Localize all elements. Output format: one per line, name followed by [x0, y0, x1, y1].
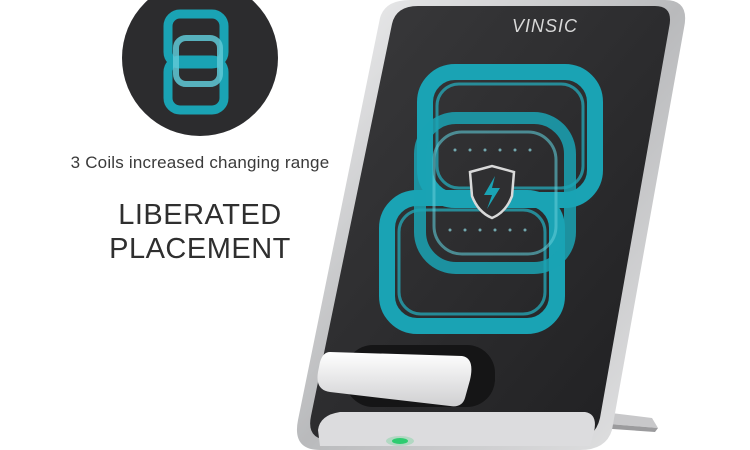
headline-line-2: PLACEMENT [109, 233, 291, 265]
led-indicator-icon [386, 436, 414, 446]
feature-headline: LIBERATED PLACEMENT [0, 198, 400, 266]
headline-line-1: LIBERATED [118, 199, 282, 231]
brand-logo-text: VINSIC [511, 16, 578, 36]
feature-caption: 3 Coils increased changing range [70, 153, 330, 172]
product-scene: VINSIC 3 Coils increased changing range … [0, 0, 750, 450]
coil-diagram-icon [122, 0, 278, 136]
